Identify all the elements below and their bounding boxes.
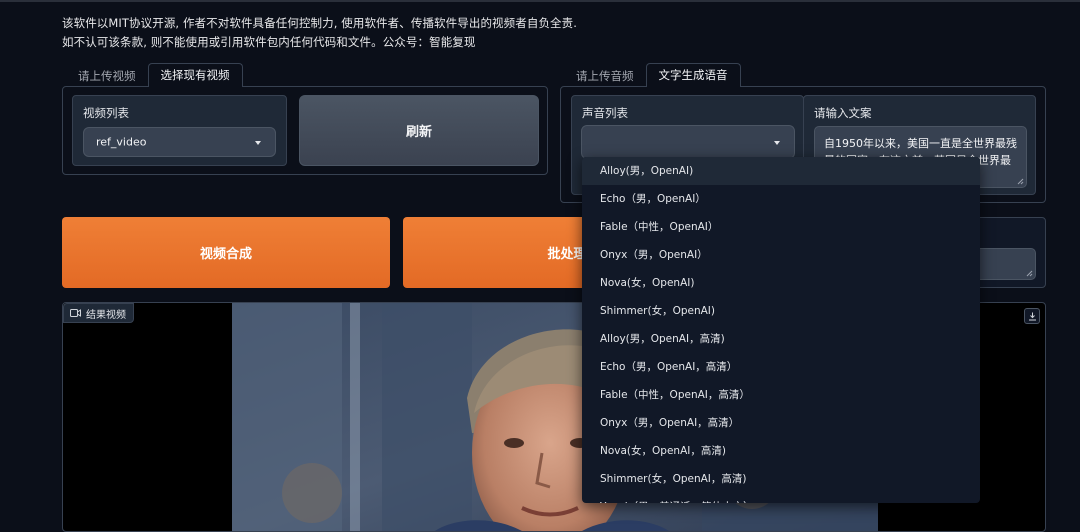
video-list-label: 视频列表	[83, 106, 129, 120]
tab-existing-video[interactable]: 选择现有视频	[147, 63, 243, 87]
text-input-label: 请输入文案	[814, 106, 872, 120]
voice-option[interactable]: Fable（中性，OpenAI，高清）	[582, 381, 980, 409]
voice-option[interactable]: Nova(女，OpenAI，高清)	[582, 437, 980, 465]
resize-handle-icon[interactable]	[1016, 177, 1024, 185]
tab-upload-video[interactable]: 请上传视频	[66, 65, 148, 87]
voice-options-dropdown: Alloy(男，OpenAI) Echo（男，OpenAI） Fable（中性，Op…	[582, 157, 980, 503]
chevron-down-icon	[255, 141, 261, 145]
voice-option[interactable]: Yunxi（男，普通话，简体中文）	[582, 493, 980, 503]
video-camera-icon	[70, 309, 81, 317]
video-list-select[interactable]: ref_video	[83, 127, 276, 157]
voice-option[interactable]: Shimmer(女，OpenAI)	[582, 297, 980, 325]
voice-option[interactable]: Echo（男，OpenAI，高清）	[582, 353, 980, 381]
video-list-value: ref_video	[96, 135, 147, 149]
voice-option[interactable]: Onyx（男，OpenAI，高清）	[582, 409, 980, 437]
voice-option[interactable]: Nova(女，OpenAI)	[582, 269, 980, 297]
refresh-button[interactable]: 刷新	[299, 95, 539, 166]
voice-list-label: 声音列表	[582, 106, 628, 120]
video-source-panel: 视频列表 ref_video 刷新	[62, 86, 548, 175]
voice-option[interactable]: Alloy(男，OpenAI)	[582, 157, 980, 185]
video-list-block: 视频列表 ref_video	[72, 95, 287, 166]
synthesize-video-button[interactable]: 视频合成	[62, 217, 390, 288]
tab-upload-audio[interactable]: 请上传音频	[564, 65, 646, 87]
audio-source-tabs: 请上传音频 文字生成语音	[564, 63, 741, 87]
voice-option[interactable]: Fable（中性，OpenAI）	[582, 213, 980, 241]
download-button[interactable]	[1024, 308, 1040, 324]
resize-handle-icon[interactable]	[1025, 269, 1033, 277]
tab-text-to-speech[interactable]: 文字生成语音	[645, 63, 741, 87]
license-notice-line-2: 如不认可该条款, 则不能使用或引用软件包内任何代码和文件。公众号：智能复现	[62, 35, 476, 49]
batch-process-label: 批处理	[547, 247, 587, 262]
chevron-down-icon	[774, 141, 780, 145]
result-video-label: 结果视频	[63, 303, 134, 323]
result-video-title: 结果视频	[86, 309, 126, 321]
video-source-tabs: 请上传视频 选择现有视频	[66, 63, 243, 87]
license-notice-line-1: 该软件以MIT协议开源, 作者不对软件具备任何控制力, 使用软件者、传播软件导出…	[62, 16, 578, 30]
voice-list-select[interactable]	[581, 125, 795, 159]
voice-option[interactable]: Echo（男，OpenAI）	[582, 185, 980, 213]
window-top-border	[0, 0, 1080, 2]
download-icon	[1028, 312, 1036, 320]
voice-option[interactable]: Onyx（男，OpenAI）	[582, 241, 980, 269]
voice-option[interactable]: Alloy(男，OpenAI，高清)	[582, 325, 980, 353]
voice-option[interactable]: Shimmer(女，OpenAI，高清)	[582, 465, 980, 493]
